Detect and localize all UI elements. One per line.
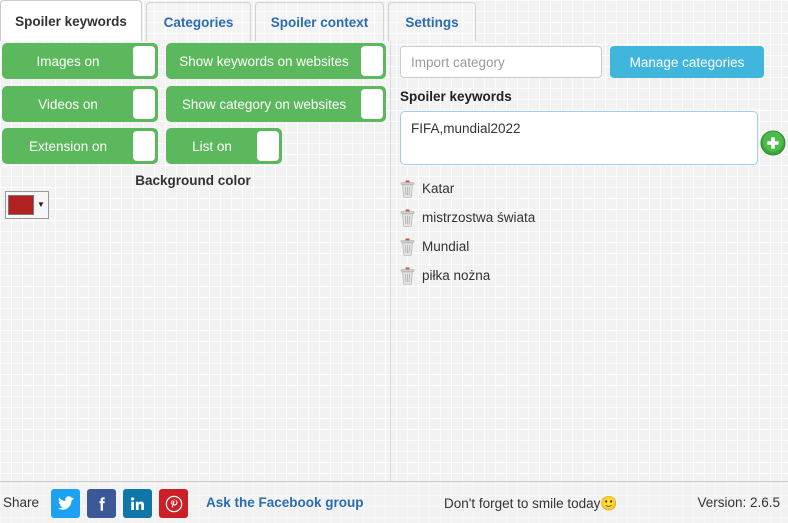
ask-facebook-group-link[interactable]: Ask the Facebook group xyxy=(206,495,364,510)
tab-spoiler-context[interactable]: Spoiler context xyxy=(255,2,384,41)
keyword-text: Mundial xyxy=(422,239,469,254)
tab-bar: Spoiler keywords Categories Spoiler cont… xyxy=(0,0,788,41)
pinterest-share-button[interactable] xyxy=(159,489,188,518)
toggle-extension[interactable]: Extension on xyxy=(2,128,158,164)
tab-label: Spoiler context xyxy=(271,15,369,30)
list-item[interactable]: Katar xyxy=(400,174,770,203)
import-category-input[interactable] xyxy=(400,46,602,78)
keyword-text: Katar xyxy=(422,181,454,196)
keyword-list: Katar mistrzostwa świata xyxy=(400,174,770,290)
twitter-share-button[interactable] xyxy=(51,489,80,518)
tab-settings[interactable]: Settings xyxy=(388,2,476,41)
keyword-text: piłka nożna xyxy=(422,268,490,283)
main-content: Images on Videos on Extension on Show ke… xyxy=(0,41,788,481)
twitter-icon xyxy=(57,495,75,513)
smile-message: Don't forget to smile today🙂 xyxy=(444,495,618,512)
toggle-videos[interactable]: Videos on xyxy=(2,86,158,122)
background-color-label: Background color xyxy=(0,173,386,188)
tab-label: Settings xyxy=(405,15,458,30)
background-color-picker[interactable]: ▼ xyxy=(5,191,49,219)
trash-icon[interactable] xyxy=(400,267,415,285)
color-swatch xyxy=(8,195,34,215)
share-label: Share xyxy=(3,495,39,510)
facebook-icon xyxy=(93,495,111,513)
toggle-label: Images on xyxy=(36,54,123,69)
toggle-label: Show category on websites xyxy=(182,97,370,112)
tab-spoiler-keywords[interactable]: Spoiler keywords xyxy=(0,0,142,41)
chevron-down-icon: ▼ xyxy=(37,201,45,209)
spoiler-keywords-heading: Spoiler keywords xyxy=(400,89,512,104)
plus-circle-icon xyxy=(760,130,786,156)
toggle-show-category-on-websites[interactable]: Show category on websites xyxy=(166,86,386,122)
footer: Share Ask the Facebook group Don't forge… xyxy=(0,481,788,523)
list-item[interactable]: Mundial xyxy=(400,232,770,261)
toggle-label: Show keywords on websites xyxy=(179,54,373,69)
add-keyword-button[interactable] xyxy=(760,130,786,156)
list-item[interactable]: mistrzostwa świata xyxy=(400,203,770,232)
manage-categories-button[interactable]: Manage categories xyxy=(610,46,764,78)
smile-message-text: Don't forget to smile today xyxy=(444,496,600,511)
list-item[interactable]: piłka nożna xyxy=(400,261,770,290)
toggle-label: Extension on xyxy=(29,139,131,154)
toggle-knob xyxy=(361,89,383,119)
tab-label: Categories xyxy=(164,15,234,30)
trash-icon[interactable] xyxy=(400,238,415,256)
linkedin-icon xyxy=(129,495,147,513)
tab-categories[interactable]: Categories xyxy=(146,2,251,41)
toggle-images[interactable]: Images on xyxy=(2,43,158,79)
options-pane: Images on Videos on Extension on Show ke… xyxy=(0,41,390,481)
trash-icon[interactable] xyxy=(400,180,415,198)
toggle-knob xyxy=(133,89,155,119)
toggle-label: Videos on xyxy=(38,97,122,112)
toggle-knob xyxy=(133,46,155,76)
linkedin-share-button[interactable] xyxy=(123,489,152,518)
keywords-pane: Manage categories Spoiler keywords xyxy=(391,41,788,481)
trash-icon[interactable] xyxy=(400,209,415,227)
toggle-label: List on xyxy=(192,139,256,154)
keyword-input[interactable] xyxy=(400,111,758,165)
toggle-knob xyxy=(257,131,279,161)
smiley-icon: 🙂 xyxy=(600,495,617,511)
toggle-knob xyxy=(361,46,383,76)
tab-label: Spoiler keywords xyxy=(15,14,127,29)
version-label: Version: 2.6.5 xyxy=(697,495,780,510)
keyword-text: mistrzostwa świata xyxy=(422,210,535,225)
toggle-list[interactable]: List on xyxy=(166,128,282,164)
pinterest-icon xyxy=(165,495,183,513)
facebook-share-button[interactable] xyxy=(87,489,116,518)
toggle-knob xyxy=(133,131,155,161)
toggle-show-keywords-on-websites[interactable]: Show keywords on websites xyxy=(166,43,386,79)
